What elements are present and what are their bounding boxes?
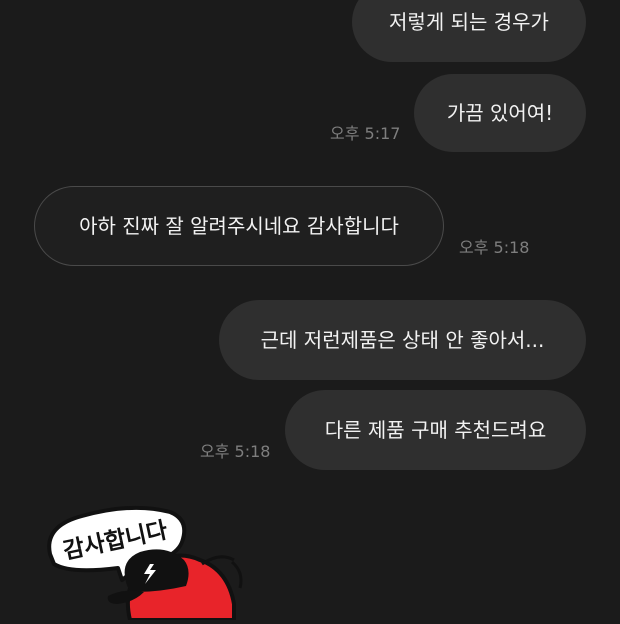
message-text: 가끔 있어여! xyxy=(446,101,554,125)
message-timestamp: 오후 5:18 xyxy=(459,238,530,257)
sent-message-bubble[interactable]: 다른 제품 구매 추천드려요 xyxy=(285,390,586,470)
sent-message-bubble[interactable]: 근데 저런제품은 상태 안 좋아서... xyxy=(219,300,586,380)
message-timestamp: 오후 5:17 xyxy=(330,124,401,143)
message-timestamp: 오후 5:18 xyxy=(200,442,271,461)
sent-message-bubble[interactable]: 가끔 있어여! xyxy=(414,74,586,152)
received-message-bubble[interactable]: 아하 진짜 잘 알려주시네요 감사합니다 xyxy=(34,186,444,266)
message-text: 다른 제품 구매 추천드려요 xyxy=(324,418,547,442)
message-text: 근데 저런제품은 상태 안 좋아서... xyxy=(260,328,545,352)
thank-you-character-sticker[interactable]: 감사합니다 xyxy=(44,500,254,622)
message-text: 아하 진짜 잘 알려주시네요 감사합니다 xyxy=(79,214,399,238)
message-text: 저렇게 되는 경우가 xyxy=(389,10,549,34)
sent-message-bubble[interactable]: 저렇게 되는 경우가 xyxy=(352,0,586,62)
sticker-image: 감사합니다 xyxy=(47,505,243,622)
